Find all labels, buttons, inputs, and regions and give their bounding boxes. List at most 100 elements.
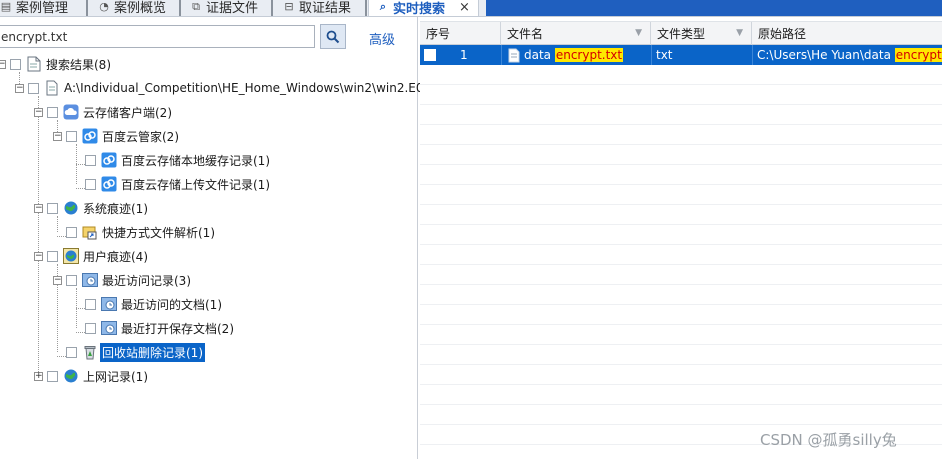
search-icon: ⌕ xyxy=(379,0,387,13)
tree-line xyxy=(57,356,66,357)
close-icon[interactable]: × xyxy=(459,0,470,15)
table-row[interactable]: 1 data encrypt.txt txt C:\Users\He Yuan\… xyxy=(420,45,942,65)
tree-node-label: 上网记录(1) xyxy=(83,369,148,384)
tree-line xyxy=(38,96,39,376)
tree-node-evidence-file[interactable]: − A:\Individual_Competition\HE_Home_Wind… xyxy=(15,77,438,99)
tab-forensic-results[interactable]: ⊟ 取证结果 xyxy=(283,0,351,16)
tree-line xyxy=(76,332,85,333)
tab-case-overview[interactable]: ◔ 案例概览 xyxy=(98,0,166,16)
collapse-toggle[interactable]: − xyxy=(15,83,24,93)
shortcut-icon xyxy=(82,224,98,240)
tree-line xyxy=(57,236,66,237)
tab-separator xyxy=(271,0,273,16)
search-highlight: encrypt.txt xyxy=(554,48,624,62)
column-header-original-path[interactable]: 原始路径 xyxy=(752,22,942,45)
column-header-index[interactable]: 序号 xyxy=(420,22,501,45)
collapse-toggle[interactable]: − xyxy=(34,251,43,261)
filter-icon[interactable]: ▼ xyxy=(635,28,642,38)
globe-icon xyxy=(63,248,79,264)
tree-checkbox[interactable] xyxy=(85,154,96,166)
tree-checkbox[interactable] xyxy=(47,106,58,118)
tree-node-browsing-history[interactable]: + 上网记录(1) xyxy=(34,365,150,387)
tree-checkbox[interactable] xyxy=(10,58,21,70)
tab-evidence-files[interactable]: ⧉ 证据文件 xyxy=(190,0,258,16)
document-icon xyxy=(26,56,42,72)
tree-node-user-traces[interactable]: − 用户痕迹(4) xyxy=(34,245,150,267)
result-icon: ⊟ xyxy=(284,0,294,13)
cell-filetype: txt xyxy=(651,45,752,65)
collapse-toggle[interactable]: − xyxy=(34,107,43,117)
tree-node-search-results[interactable]: − 搜索结果(8) xyxy=(0,53,113,75)
tree-line xyxy=(76,308,85,309)
baidu-icon xyxy=(82,128,98,144)
tree-node-label: 用户痕迹(4) xyxy=(83,249,148,264)
tab-case-management[interactable]: ▤ 案例管理 xyxy=(0,0,68,16)
file-icon xyxy=(506,47,522,63)
search-button[interactable] xyxy=(320,24,346,49)
tree-node-recycle-bin[interactable]: 回收站删除记录(1) xyxy=(66,341,205,363)
tree-node-label: 百度云存储上传文件记录(1) xyxy=(121,177,270,192)
tree-line xyxy=(76,188,85,189)
tree-checkbox[interactable] xyxy=(28,82,39,94)
tree-node-baidu-cloud[interactable]: − 百度云管家(2) xyxy=(53,125,181,147)
tree-node-label: 最近访问记录(3) xyxy=(102,273,191,288)
collapse-toggle[interactable]: − xyxy=(0,59,6,69)
tree-node-label: 系统痕迹(1) xyxy=(83,201,148,216)
tree-checkbox[interactable] xyxy=(85,322,96,334)
tab-realtime-search[interactable]: ⌕ 实时搜索 × xyxy=(368,0,479,16)
column-header-filetype[interactable]: 文件类型 ▼ xyxy=(651,22,752,45)
tree-node-baidu-local-cache[interactable]: 百度云存储本地缓存记录(1) xyxy=(85,149,272,171)
collapse-toggle[interactable]: − xyxy=(34,203,43,213)
tree-node-label: 搜索结果(8) xyxy=(46,57,111,72)
search-input[interactable] xyxy=(0,25,315,48)
tree-checkbox[interactable] xyxy=(66,274,77,286)
tab-bar-fill xyxy=(486,0,942,16)
baidu-icon xyxy=(101,152,117,168)
collapse-toggle[interactable]: − xyxy=(53,275,62,285)
advanced-search-link[interactable]: 高级 xyxy=(369,29,395,48)
tab-separator xyxy=(179,0,181,16)
tree-checkbox[interactable] xyxy=(66,226,77,238)
tree-checkbox[interactable] xyxy=(66,346,77,358)
file-icon xyxy=(44,80,60,96)
collapse-toggle[interactable]: − xyxy=(53,131,62,141)
globe-icon xyxy=(63,368,79,384)
tree-node-label: 百度云管家(2) xyxy=(102,129,179,144)
tab-bar: ▤ 案例管理 ◔ 案例概览 ⧉ 证据文件 ⊟ 取证结果 ⌕ 实时搜索 × xyxy=(0,0,942,17)
tree-node-shortcut-parsing[interactable]: 快捷方式文件解析(1) xyxy=(66,221,217,243)
filter-icon[interactable]: ▼ xyxy=(736,28,743,38)
tab-separator xyxy=(86,0,88,16)
watermark: CSDN @孤勇silly兔 xyxy=(760,431,897,449)
row-checkbox[interactable] xyxy=(424,49,436,61)
tree-checkbox[interactable] xyxy=(85,178,96,190)
tree-node-cloud-clients[interactable]: − 云存储客户端(2) xyxy=(34,101,174,123)
tree-checkbox[interactable] xyxy=(85,298,96,310)
cloud-icon xyxy=(63,104,79,120)
tab-separator xyxy=(365,0,367,16)
recent-icon xyxy=(101,296,117,312)
tree-node-baidu-upload[interactable]: 百度云存储上传文件记录(1) xyxy=(85,173,272,195)
tree-checkbox[interactable] xyxy=(66,130,77,142)
grid-empty-area xyxy=(420,65,942,459)
tree-node-label: A:\Individual_Competition\HE_Home_Window… xyxy=(64,81,436,95)
tree-checkbox[interactable] xyxy=(47,370,58,382)
expand-toggle[interactable]: + xyxy=(34,371,43,381)
column-header-filename[interactable]: 文件名 ▼ xyxy=(501,22,651,45)
tree-line xyxy=(76,164,85,165)
tree-node-recent-documents[interactable]: 最近访问的文档(1) xyxy=(85,293,224,315)
tree-node-label: 百度云存储本地缓存记录(1) xyxy=(121,153,270,168)
evidence-icon: ⧉ xyxy=(192,0,200,13)
tree-node-system-traces[interactable]: − 系统痕迹(1) xyxy=(34,197,150,219)
tree-node-label: 云存储客户端(2) xyxy=(83,105,172,120)
tree-node-label: 回收站删除记录(1) xyxy=(100,342,205,362)
search-tree-panel: 高级 − 搜索结果(8) − xyxy=(0,17,436,459)
recent-icon xyxy=(82,272,98,288)
tree-node-label: 最近访问的文档(1) xyxy=(121,297,222,312)
tree-node-recent-open-save[interactable]: 最近打开保存文档(2) xyxy=(85,317,236,339)
tree-node-recent-access[interactable]: − 最近访问记录(3) xyxy=(53,269,193,291)
tree-checkbox[interactable] xyxy=(47,250,58,262)
baidu-icon xyxy=(101,176,117,192)
results-grid-panel: 序号 文件名 ▼ 文件类型 ▼ 原始路径 1 data encrypt.txt … xyxy=(420,17,942,459)
grid-header: 序号 文件名 ▼ 文件类型 ▼ 原始路径 xyxy=(420,21,942,45)
tree-checkbox[interactable] xyxy=(47,202,58,214)
